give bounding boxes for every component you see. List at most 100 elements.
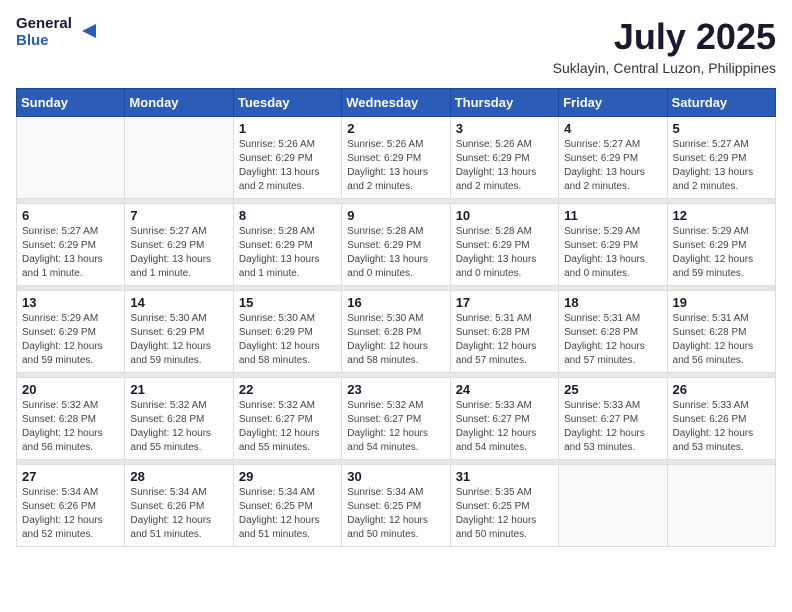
weekday-header-wednesday: Wednesday (342, 89, 450, 117)
day-number: 10 (456, 208, 553, 223)
day-info: Sunrise: 5:29 AM Sunset: 6:29 PM Dayligh… (22, 312, 119, 368)
calendar-cell: 7 Sunrise: 5:27 AM Sunset: 6:29 PM Daylig… (125, 204, 233, 286)
calendar-cell: 14Sunrise: 5:30 AM Sunset: 6:29 PM Dayli… (125, 291, 233, 373)
day-info: Sunrise: 5:29 AM Sunset: 6:29 PM Dayligh… (673, 225, 770, 281)
day-info: Sunrise: 5:27 AM Sunset: 6:29 PM Dayligh… (673, 138, 770, 194)
day-info: Sunrise: 5:28 AM Sunset: 6:29 PM Dayligh… (456, 225, 553, 281)
day-number: 22 (239, 382, 336, 397)
day-number: 12 (673, 208, 770, 223)
calendar-cell (667, 465, 775, 547)
day-info: Sunrise: 5:33 AM Sunset: 6:26 PM Dayligh… (673, 399, 770, 455)
calendar-cell: 26Sunrise: 5:33 AM Sunset: 6:26 PM Dayli… (667, 378, 775, 460)
day-info: Sunrise: 5:31 AM Sunset: 6:28 PM Dayligh… (564, 312, 661, 368)
weekday-header-sunday: Sunday (17, 89, 125, 117)
day-info: Sunrise: 5:30 AM Sunset: 6:28 PM Dayligh… (347, 312, 444, 368)
day-info: Sunrise: 5:27 AM Sunset: 6:29 PM Dayligh… (564, 138, 661, 194)
calendar-cell: 22 Sunrise: 5:32 AM Sunset: 6:27 PM Dayli… (233, 378, 341, 460)
week-row-3: 13 Sunrise: 5:29 AM Sunset: 6:29 PM Dayli… (17, 291, 776, 373)
calendar-cell (559, 465, 667, 547)
logo-text-block: General Blue (16, 16, 72, 49)
day-number: 9 (347, 208, 444, 223)
logo-general: General (16, 16, 72, 33)
day-info: Sunrise: 5:35 AM Sunset: 6:25 PM Dayligh… (456, 486, 553, 542)
day-info: Sunrise: 5:27 AM Sunset: 6:29 PM Dayligh… (22, 225, 119, 281)
day-info: Sunrise: 5:31 AM Sunset: 6:28 PM Dayligh… (456, 312, 553, 368)
day-number: 31 (456, 469, 553, 484)
calendar-cell: 5 Sunrise: 5:27 AM Sunset: 6:29 PM Daylig… (667, 117, 775, 199)
calendar-cell: 1 Sunrise: 5:26 AM Sunset: 6:29 PM Daylig… (233, 117, 341, 199)
day-number: 28 (130, 469, 227, 484)
day-number: 15 (239, 295, 336, 310)
weekday-header-row: SundayMondayTuesdayWednesdayThursdayFrid… (17, 89, 776, 117)
calendar-cell: 29Sunrise: 5:34 AM Sunset: 6:25 PM Dayli… (233, 465, 341, 547)
calendar-cell: 23Sunrise: 5:32 AM Sunset: 6:27 PM Dayli… (342, 378, 450, 460)
calendar-cell: 21 Sunrise: 5:32 AM Sunset: 6:28 PM Dayli… (125, 378, 233, 460)
logo-arrow-icon (78, 20, 100, 42)
calendar-cell (125, 117, 233, 199)
calendar-cell: 6 Sunrise: 5:27 AM Sunset: 6:29 PM Daylig… (17, 204, 125, 286)
day-number: 8 (239, 208, 336, 223)
day-info: Sunrise: 5:32 AM Sunset: 6:28 PM Dayligh… (130, 399, 227, 455)
weekday-header-saturday: Saturday (667, 89, 775, 117)
day-info: Sunrise: 5:32 AM Sunset: 6:27 PM Dayligh… (347, 399, 444, 455)
week-row-2: 6 Sunrise: 5:27 AM Sunset: 6:29 PM Daylig… (17, 204, 776, 286)
calendar-cell: 31 Sunrise: 5:35 AM Sunset: 6:25 PM Dayli… (450, 465, 558, 547)
day-number: 17 (456, 295, 553, 310)
calendar-cell: 3 Sunrise: 5:26 AM Sunset: 6:29 PM Daylig… (450, 117, 558, 199)
weekday-header-monday: Monday (125, 89, 233, 117)
week-row-4: 20 Sunrise: 5:32 AM Sunset: 6:28 PM Dayli… (17, 378, 776, 460)
day-info: Sunrise: 5:33 AM Sunset: 6:27 PM Dayligh… (564, 399, 661, 455)
page-header: General Blue July 2025 Suklayin, Central… (16, 16, 776, 76)
calendar-cell: 16 Sunrise: 5:30 AM Sunset: 6:28 PM Dayli… (342, 291, 450, 373)
day-number: 1 (239, 121, 336, 136)
day-number: 13 (22, 295, 119, 310)
day-number: 20 (22, 382, 119, 397)
calendar-cell: 17 Sunrise: 5:31 AM Sunset: 6:28 PM Dayli… (450, 291, 558, 373)
day-number: 30 (347, 469, 444, 484)
day-number: 18 (564, 295, 661, 310)
calendar-cell: 4 Sunrise: 5:27 AM Sunset: 6:29 PM Daylig… (559, 117, 667, 199)
weekday-header-friday: Friday (559, 89, 667, 117)
logo: General Blue (16, 16, 100, 49)
day-info: Sunrise: 5:26 AM Sunset: 6:29 PM Dayligh… (456, 138, 553, 194)
day-number: 3 (456, 121, 553, 136)
calendar-table: SundayMondayTuesdayWednesdayThursdayFrid… (16, 88, 776, 547)
day-info: Sunrise: 5:34 AM Sunset: 6:25 PM Dayligh… (347, 486, 444, 542)
calendar-cell: 11 Sunrise: 5:29 AM Sunset: 6:29 PM Dayli… (559, 204, 667, 286)
day-number: 6 (22, 208, 119, 223)
weekday-header-tuesday: Tuesday (233, 89, 341, 117)
calendar-cell: 10 Sunrise: 5:28 AM Sunset: 6:29 PM Dayli… (450, 204, 558, 286)
day-number: 16 (347, 295, 444, 310)
day-number: 21 (130, 382, 227, 397)
day-number: 2 (347, 121, 444, 136)
week-row-5: 27 Sunrise: 5:34 AM Sunset: 6:26 PM Dayli… (17, 465, 776, 547)
calendar-cell: 8 Sunrise: 5:28 AM Sunset: 6:29 PM Daylig… (233, 204, 341, 286)
day-number: 5 (673, 121, 770, 136)
calendar-cell: 28 Sunrise: 5:34 AM Sunset: 6:26 PM Dayli… (125, 465, 233, 547)
day-number: 25 (564, 382, 661, 397)
day-info: Sunrise: 5:28 AM Sunset: 6:29 PM Dayligh… (347, 225, 444, 281)
day-number: 24 (456, 382, 553, 397)
calendar-cell: 24 Sunrise: 5:33 AM Sunset: 6:27 PM Dayli… (450, 378, 558, 460)
day-number: 7 (130, 208, 227, 223)
title-area: July 2025 Suklayin, Central Luzon, Phili… (553, 16, 776, 76)
day-number: 4 (564, 121, 661, 136)
day-info: Sunrise: 5:32 AM Sunset: 6:27 PM Dayligh… (239, 399, 336, 455)
weekday-header-thursday: Thursday (450, 89, 558, 117)
day-info: Sunrise: 5:31 AM Sunset: 6:28 PM Dayligh… (673, 312, 770, 368)
day-info: Sunrise: 5:27 AM Sunset: 6:29 PM Dayligh… (130, 225, 227, 281)
logo-blue: Blue (16, 33, 72, 50)
day-info: Sunrise: 5:34 AM Sunset: 6:26 PM Dayligh… (130, 486, 227, 542)
day-info: Sunrise: 5:28 AM Sunset: 6:29 PM Dayligh… (239, 225, 336, 281)
month-title: July 2025 (553, 16, 776, 58)
day-info: Sunrise: 5:30 AM Sunset: 6:29 PM Dayligh… (130, 312, 227, 368)
day-info: Sunrise: 5:29 AM Sunset: 6:29 PM Dayligh… (564, 225, 661, 281)
calendar-cell: 19Sunrise: 5:31 AM Sunset: 6:28 PM Dayli… (667, 291, 775, 373)
day-info: Sunrise: 5:33 AM Sunset: 6:27 PM Dayligh… (456, 399, 553, 455)
calendar-cell: 15Sunrise: 5:30 AM Sunset: 6:29 PM Dayli… (233, 291, 341, 373)
day-info: Sunrise: 5:26 AM Sunset: 6:29 PM Dayligh… (239, 138, 336, 194)
day-number: 27 (22, 469, 119, 484)
day-number: 11 (564, 208, 661, 223)
calendar-cell: 2Sunrise: 5:26 AM Sunset: 6:29 PM Daylig… (342, 117, 450, 199)
calendar-cell (17, 117, 125, 199)
